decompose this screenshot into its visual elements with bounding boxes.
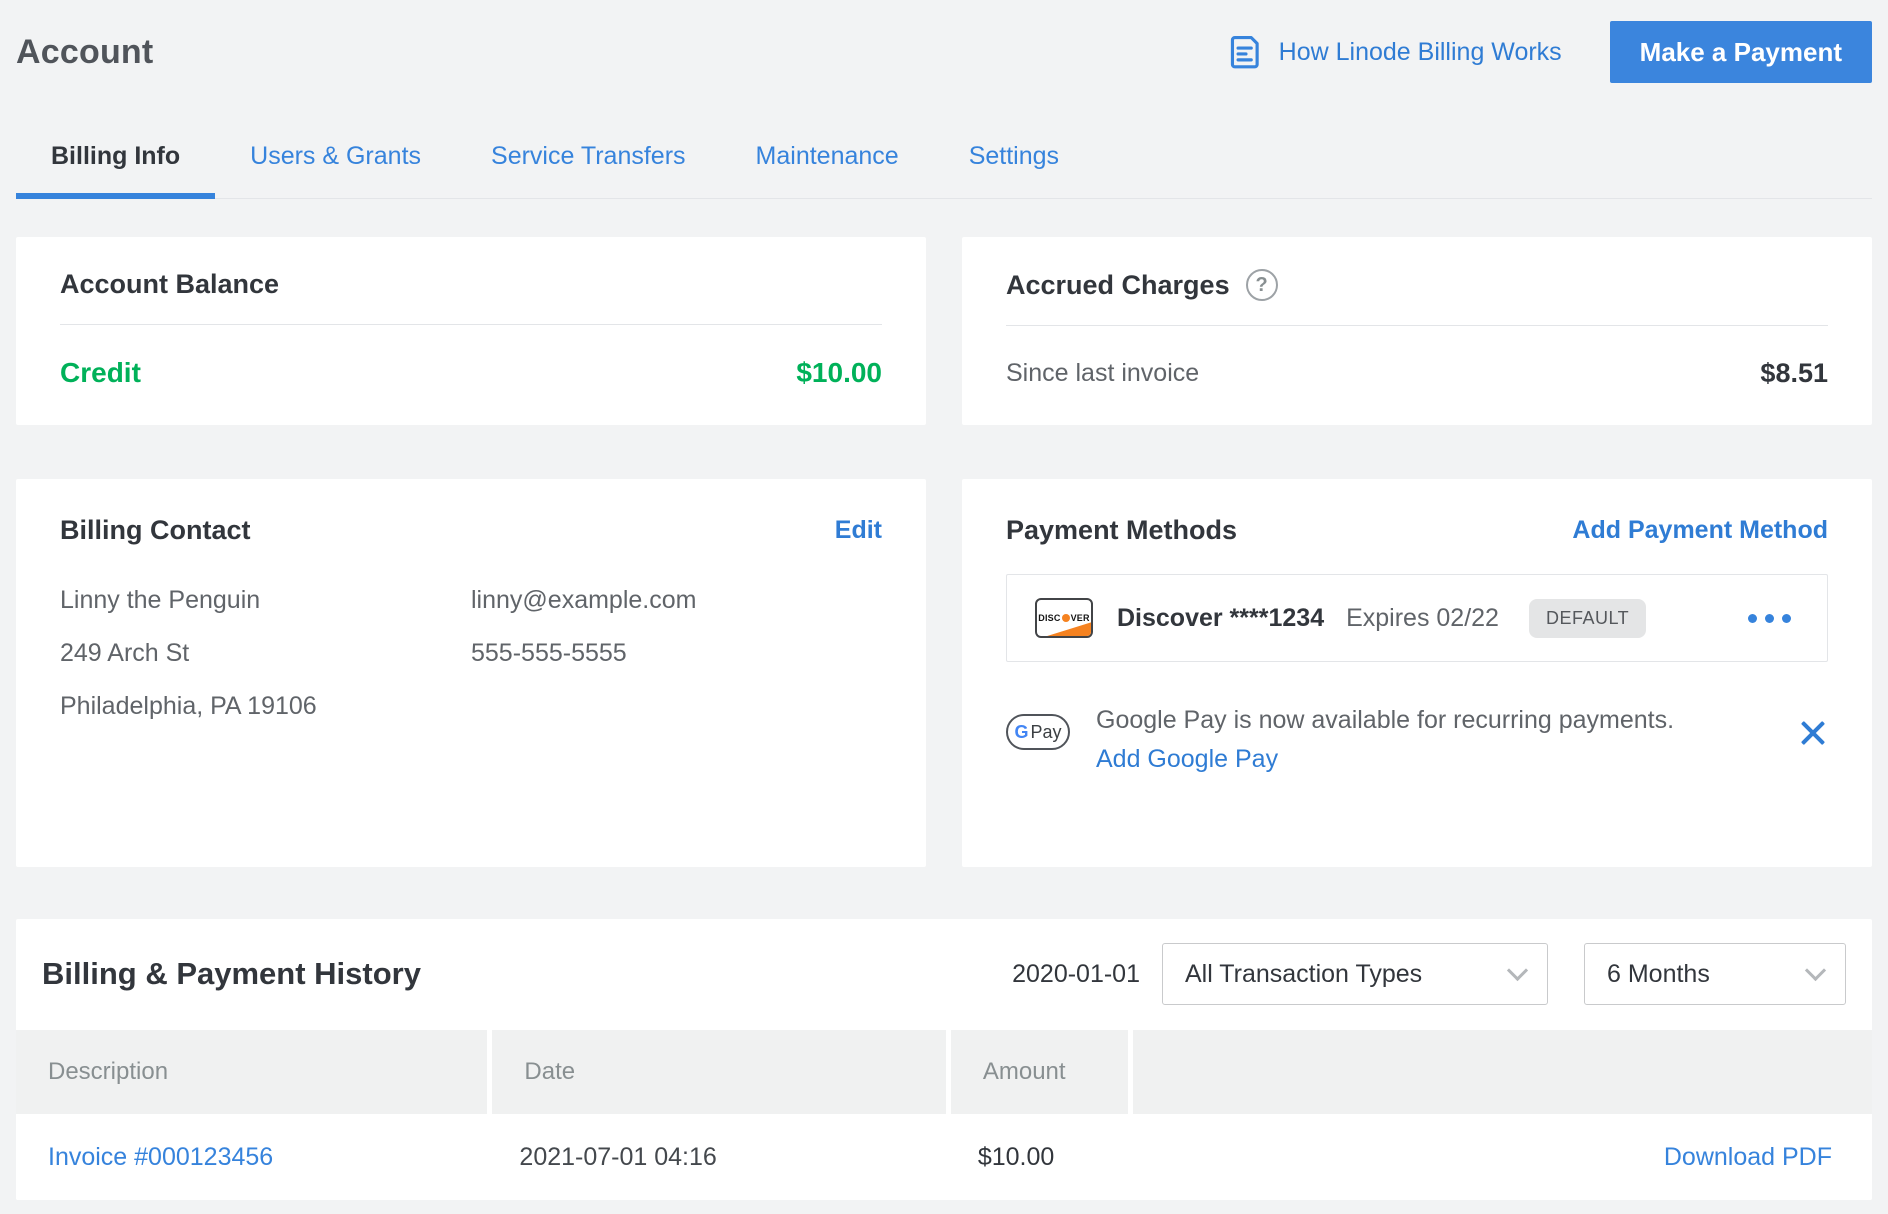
billing-history-section: Billing & Payment History 2020-01-01 All… — [16, 919, 1872, 1200]
google-pay-promo: G Pay Google Pay is now available for re… — [1006, 706, 1828, 774]
column-header-date[interactable]: Date — [487, 1030, 945, 1114]
add-google-pay-link[interactable]: Add Google Pay — [1096, 745, 1674, 774]
since-last-invoice-label: Since last invoice — [1006, 359, 1199, 388]
card-number-label: Discover ****1234 — [1117, 604, 1324, 633]
google-pay-message: Google Pay is now available for recurrin… — [1096, 706, 1674, 735]
credit-status-label: Credit — [60, 357, 141, 389]
invoice-link[interactable]: Invoice #000123456 — [48, 1143, 273, 1171]
payment-methods-title: Payment Methods — [1006, 515, 1237, 546]
billing-history-title: Billing & Payment History — [42, 956, 421, 992]
column-header-amount[interactable]: Amount — [946, 1030, 1128, 1114]
chevron-down-icon — [1805, 959, 1826, 980]
billing-contact-card: Billing Contact Edit Linny the Penguin 2… — [16, 479, 926, 867]
tab-service-transfers[interactable]: Service Transfers — [456, 122, 721, 199]
contact-street: 249 Arch St — [60, 641, 471, 666]
make-payment-button[interactable]: Make a Payment — [1610, 21, 1872, 83]
account-tabs: Billing Info Users & Grants Service Tran… — [16, 122, 1872, 199]
invoice-amount: $10.00 — [946, 1114, 1128, 1200]
discover-logo-text-left: DISC — [1038, 613, 1060, 623]
billing-contact-details: Linny the Penguin 249 Arch St Philadelph… — [60, 588, 882, 747]
account-balance-card: Account Balance Credit $10.00 — [16, 237, 926, 425]
card-expiry-label: Expires 02/22 — [1346, 604, 1499, 633]
start-date-field[interactable]: 2020-01-01 — [1012, 960, 1140, 989]
date-range-value: 6 Months — [1607, 960, 1710, 989]
tab-maintenance[interactable]: Maintenance — [721, 122, 934, 199]
contact-name: Linny the Penguin — [60, 588, 471, 613]
google-pay-g: G — [1014, 722, 1028, 743]
ellipsis-menu-icon[interactable] — [1740, 606, 1799, 631]
divider — [60, 324, 882, 325]
google-pay-label: Pay — [1030, 722, 1061, 743]
header-actions: How Linode Billing Works Make a Payment — [1223, 21, 1872, 83]
payment-methods-card: Payment Methods Add Payment Method DISC … — [962, 479, 1872, 867]
table-row: Invoice #000123456 2021-07-01 04:16 $10.… — [16, 1114, 1872, 1200]
billing-contact-title: Billing Contact — [60, 515, 251, 546]
close-icon[interactable] — [1798, 718, 1828, 748]
add-payment-method-link[interactable]: Add Payment Method — [1572, 516, 1828, 545]
default-badge: DEFAULT — [1529, 599, 1646, 638]
tab-settings[interactable]: Settings — [934, 122, 1094, 199]
accrued-charges-card: Accrued Charges ? Since last invoice $8.… — [962, 237, 1872, 425]
contact-email: linny@example.com — [471, 588, 882, 613]
account-balance-amount: $10.00 — [796, 357, 882, 389]
table-header-row: Description Date Amount — [16, 1030, 1872, 1114]
discover-logo-dot — [1062, 614, 1070, 622]
help-icon[interactable]: ? — [1246, 269, 1278, 301]
column-header-description[interactable]: Description — [16, 1030, 487, 1114]
accrued-charges-title: Accrued Charges — [1006, 270, 1230, 301]
accrued-charges-amount: $8.51 — [1760, 358, 1828, 389]
account-balance-title: Account Balance — [60, 269, 279, 300]
document-icon — [1223, 31, 1265, 73]
contact-city: Philadelphia, PA 19106 — [60, 694, 471, 719]
billing-guide-link[interactable]: How Linode Billing Works — [1223, 31, 1562, 73]
google-pay-icon: G Pay — [1006, 714, 1070, 750]
discover-logo-swoosh — [1044, 622, 1092, 637]
transaction-type-select[interactable]: All Transaction Types — [1162, 943, 1548, 1005]
invoice-date: 2021-07-01 04:16 — [487, 1114, 945, 1200]
column-header-blank — [1128, 1030, 1872, 1114]
discover-logo-text-right: VER — [1071, 613, 1090, 623]
page-title: Account — [16, 33, 153, 72]
chevron-down-icon — [1507, 959, 1528, 980]
payment-method-row: DISC VER Discover ****1234 Expires 02/22… — [1006, 574, 1828, 662]
date-range-select[interactable]: 6 Months — [1584, 943, 1846, 1005]
download-pdf-link[interactable]: Download PDF — [1664, 1143, 1832, 1171]
tab-users-grants[interactable]: Users & Grants — [215, 122, 456, 199]
billing-guide-label: How Linode Billing Works — [1279, 38, 1562, 67]
edit-billing-contact-link[interactable]: Edit — [835, 516, 882, 545]
account-page: Account How Linode Billing Works Make a … — [0, 20, 1888, 1200]
divider — [1006, 325, 1828, 326]
page-header: Account How Linode Billing Works Make a … — [16, 20, 1872, 84]
billing-history-header: Billing & Payment History 2020-01-01 All… — [16, 919, 1872, 1030]
summary-cards: Account Balance Credit $10.00 Accrued Ch… — [16, 237, 1872, 867]
discover-card-logo: DISC VER — [1035, 598, 1093, 638]
contact-phone: 555-555-5555 — [471, 641, 882, 666]
billing-history-table: Description Date Amount Invoice #0001234… — [16, 1030, 1872, 1200]
tab-billing-info[interactable]: Billing Info — [16, 122, 215, 199]
transaction-type-value: All Transaction Types — [1185, 960, 1422, 989]
